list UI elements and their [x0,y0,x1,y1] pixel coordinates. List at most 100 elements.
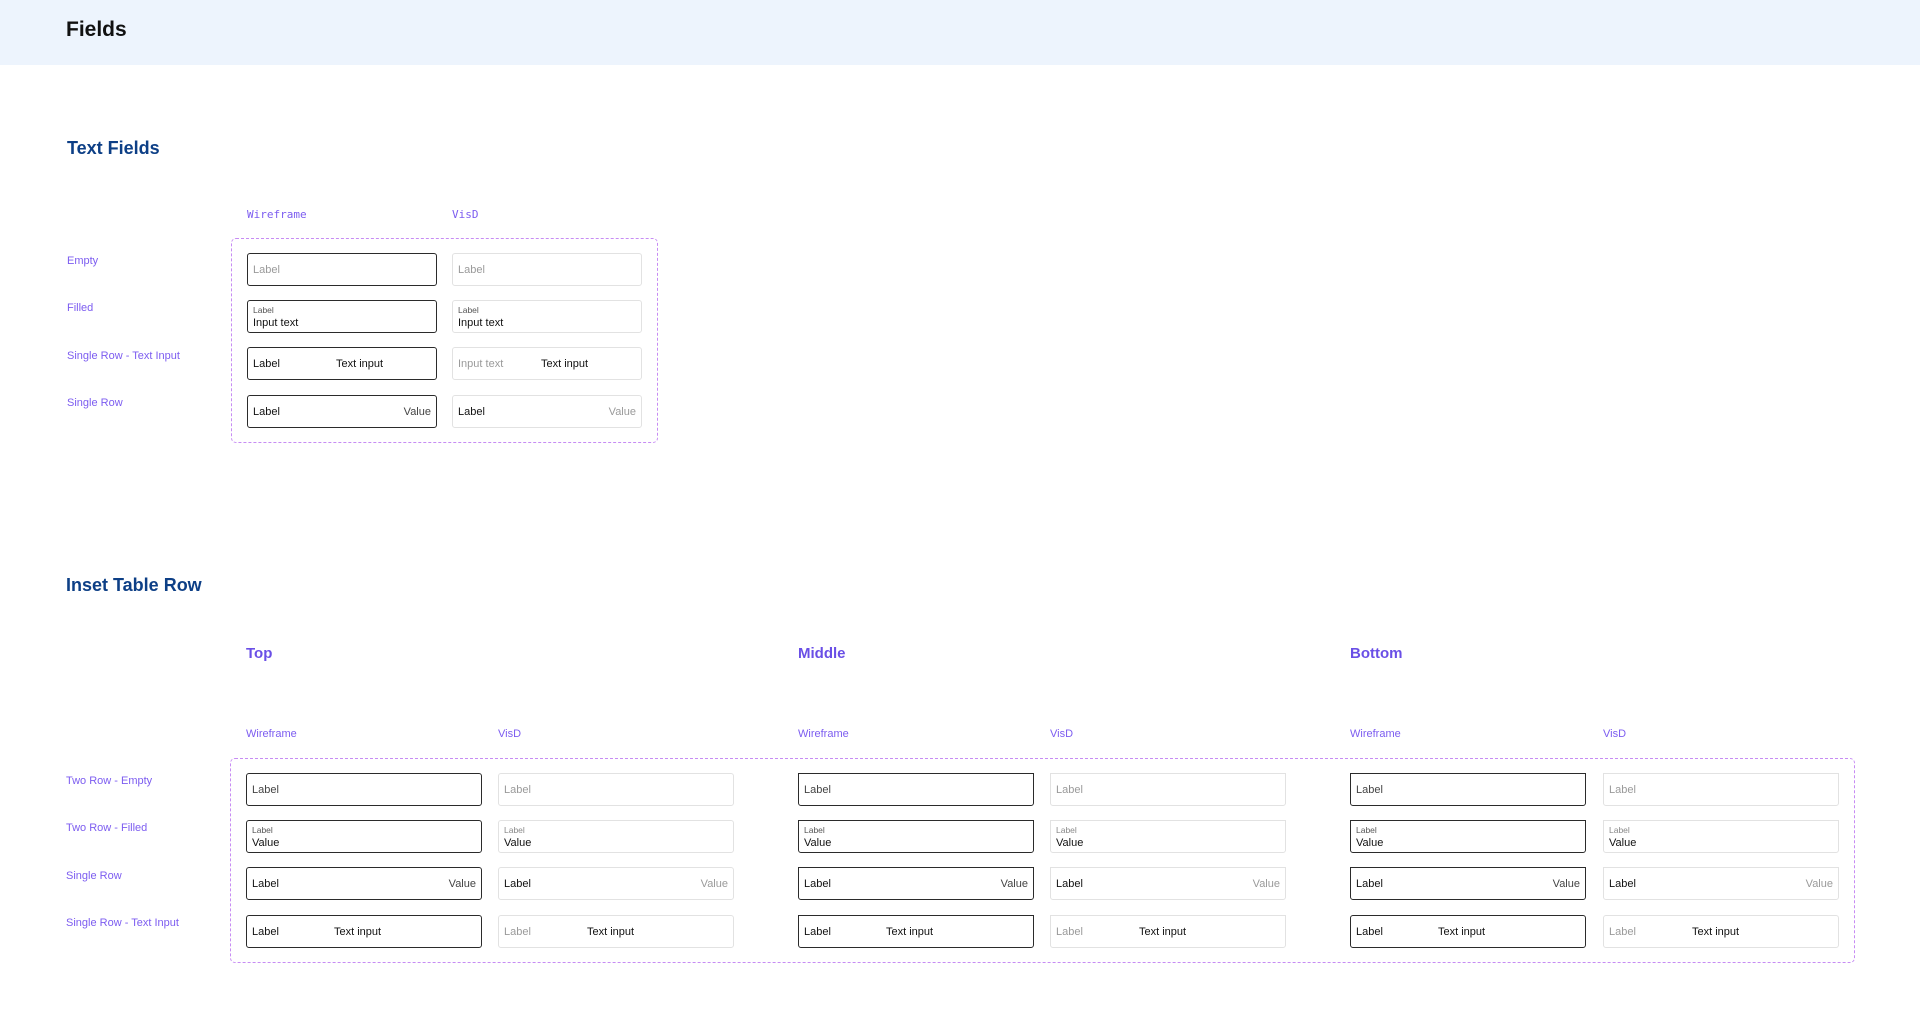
itr-top-wire-two-row-empty[interactable]: Label [246,773,482,806]
field-value: Value [448,878,476,890]
itr-bottom-visd-single-row-text-input[interactable]: Label Text input [1603,915,1839,948]
field-label: Label [1356,926,1383,938]
itr-middle-column-wireframe: Wireframe [798,728,849,740]
field-placeholder: Label [1356,784,1383,796]
field-label: Label [1356,878,1383,890]
itr-row-label-two-row-empty: Two Row - Empty [66,775,153,787]
itr-top-wire-single-row[interactable]: Label Value [246,867,482,900]
inset-table-row-title: Inset Table Row [66,575,202,595]
itr-middle-wire-single-row[interactable]: Label Value [798,867,1034,900]
field-text-input: Text input [1692,926,1740,938]
itr-middle-wire-two-row-empty[interactable]: Label [798,773,1034,806]
field-label: Label [252,825,273,835]
field-text-input: Text input [1139,926,1187,938]
field-label: Label [1609,878,1636,890]
itr-bottom-wire-two-row-filled[interactable]: Label Value [1350,820,1586,853]
tf-wire-empty-field[interactable]: Label [247,253,437,286]
itr-bottom-wire-single-row-text-input[interactable]: Label Text input [1350,915,1586,948]
itr-top-wire-single-row-text-input[interactable]: Label Text input [246,915,482,948]
field-label: Label [1356,825,1377,835]
itr-bottom-visd-two-row-empty[interactable]: Label [1603,773,1839,806]
itr-group-middle: Middle [798,645,846,662]
itr-top-wire-two-row-filled[interactable]: Label Value [246,820,482,853]
field-value: Value [608,406,636,418]
text-fields-title: Text Fields [67,138,160,158]
field-placeholder: Label [1056,784,1083,796]
field-label: Label [458,406,485,418]
field-value: Value [1552,878,1580,890]
field-text-input: Text input [886,926,934,938]
field-value: Input text [458,317,504,329]
itr-bottom-visd-two-row-filled[interactable]: Label Value [1603,820,1839,853]
field-label: Label [1609,825,1630,835]
tf-row-label-single-row-text-input: Single Row - Text Input [67,350,180,362]
field-placeholder: Input text [458,358,504,370]
itr-bottom-visd-single-row[interactable]: Label Value [1603,867,1839,900]
itr-row-label-single-row: Single Row [66,870,122,882]
tf-wire-single-row-text-input-field[interactable]: Label Text input [247,347,437,380]
field-value: Input text [253,317,299,329]
itr-bottom-column-wireframe: Wireframe [1350,728,1401,740]
tf-row-label-filled: Filled [67,302,94,314]
itr-bottom-wire-single-row[interactable]: Label Value [1350,867,1586,900]
field-text-input: Text input [1438,926,1486,938]
tf-visd-single-row-field[interactable]: Label Value [452,395,642,428]
field-value: Value [252,837,280,849]
tf-wire-single-row-field[interactable]: Label Value [247,395,437,428]
field-label: Label [804,825,825,835]
field-label: Label [253,305,274,315]
tf-row-label-empty: Empty [67,255,99,267]
field-placeholder: Label [458,264,485,276]
page-header: Fields [0,0,1920,65]
field-label: Label [804,878,831,890]
field-label: Label [1056,926,1083,938]
field-label: Label [252,878,279,890]
itr-top-column-wireframe: Wireframe [246,728,297,740]
field-placeholder: Label [804,784,831,796]
field-value: Value [1805,878,1833,890]
tf-visd-filled-field[interactable]: Label Input text [452,300,642,333]
itr-middle-wire-two-row-filled[interactable]: Label Value [798,820,1034,853]
field-label: Label [1609,926,1636,938]
tf-visd-empty-field[interactable]: Label [452,253,642,286]
field-placeholder: Label [504,784,531,796]
tf-wire-filled-field[interactable]: Label Input text [247,300,437,333]
field-label: Label [253,406,280,418]
itr-group-top: Top [246,645,273,662]
field-label: Label [504,926,531,938]
field-label: Label [504,878,531,890]
itr-row-label-single-row-text-input: Single Row - Text Input [66,917,179,929]
itr-middle-visd-two-row-empty[interactable]: Label [1050,773,1286,806]
field-placeholder: Label [253,264,280,276]
field-value: Value [403,406,431,418]
itr-middle-visd-two-row-filled[interactable]: Label Value [1050,820,1286,853]
itr-bottom-wire-two-row-empty[interactable]: Label [1350,773,1586,806]
field-label: Label [1056,825,1077,835]
field-placeholder: Label [252,784,279,796]
itr-middle-wire-single-row-text-input[interactable]: Label Text input [798,915,1034,948]
tf-column-wireframe: Wireframe [247,208,307,221]
itr-middle-visd-single-row-text-input[interactable]: Label Text input [1050,915,1286,948]
tf-visd-single-row-text-input-field[interactable]: Input text Text input [452,347,642,380]
itr-top-visd-two-row-empty[interactable]: Label [498,773,734,806]
field-text-input: Text input [336,358,384,370]
itr-middle-visd-single-row[interactable]: Label Value [1050,867,1286,900]
itr-top-visd-two-row-filled[interactable]: Label Value [498,820,734,853]
field-value: Value [700,878,728,890]
field-value: Value [1056,837,1084,849]
itr-top-column-visd: VisD [498,728,522,740]
field-value: Value [1356,837,1384,849]
itr-top-visd-single-row[interactable]: Label Value [498,867,734,900]
field-text-input: Text input [587,926,635,938]
field-label: Label [804,926,831,938]
field-label: Label [253,358,280,370]
itr-group-bottom: Bottom [1350,645,1403,662]
field-value: Value [804,837,832,849]
itr-top-visd-single-row-text-input[interactable]: Label Text input [498,915,734,948]
field-placeholder: Label [1609,784,1636,796]
itr-bottom-column-visd: VisD [1603,728,1627,740]
field-text-input: Text input [541,358,589,370]
itr-middle-column-visd: VisD [1050,728,1074,740]
field-text-input: Text input [334,926,382,938]
field-label: Label [458,305,479,315]
